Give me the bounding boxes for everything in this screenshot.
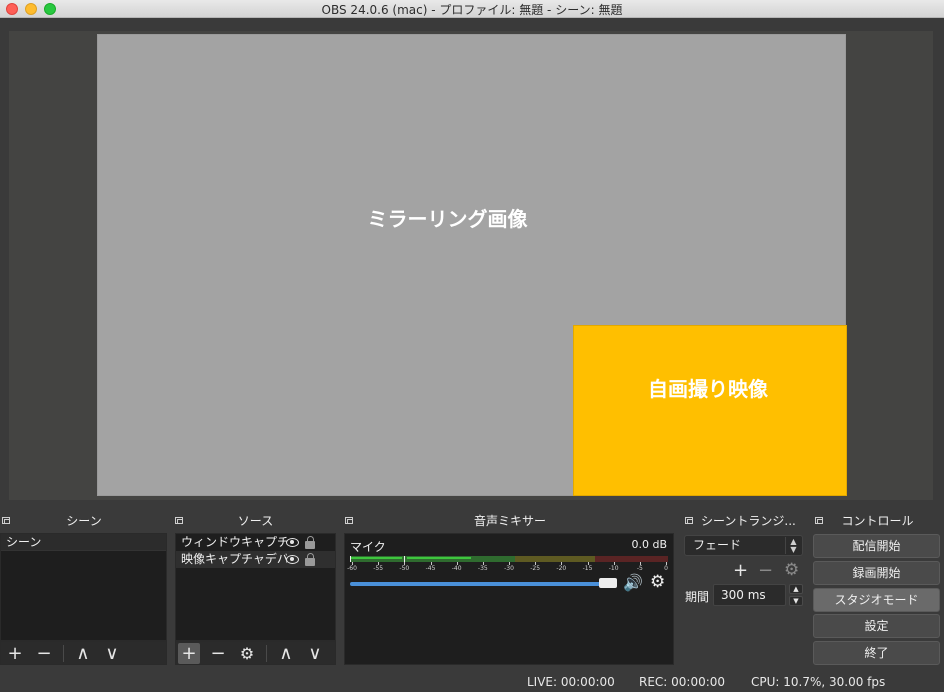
undock-icon[interactable] xyxy=(175,517,183,524)
camera-source[interactable]: 自画撮り映像 xyxy=(573,325,847,496)
window-title: OBS 24.0.6 (mac) - プロファイル: 無題 - シーン: 無題 xyxy=(321,3,623,17)
transition-select[interactable]: フェード ▲ ▼ xyxy=(684,535,803,556)
transitions-dock-title: シーントランジ... xyxy=(701,514,796,528)
mixer-dock-header: 音声ミキサー xyxy=(343,512,677,530)
list-item[interactable]: シーン xyxy=(1,534,166,551)
toolbar-divider xyxy=(63,645,64,662)
meter-tick-label: -35 xyxy=(477,565,488,572)
remove-transition-button[interactable]: − xyxy=(758,560,773,581)
meter-tick-label: -5 xyxy=(636,565,643,572)
live-timer: LIVE: 00:00:00 xyxy=(527,675,615,689)
list-item[interactable]: ウィンドウキャプチャ xyxy=(176,534,335,551)
meter-level-bar xyxy=(407,557,471,559)
duration-increase-button[interactable]: ▲ xyxy=(789,584,803,594)
transitions-dock-header: シーントランジ... xyxy=(681,512,807,530)
move-source-up-button[interactable]: ∧ xyxy=(275,643,297,664)
lock-icon[interactable] xyxy=(305,553,315,566)
rec-timer: REC: 00:00:00 xyxy=(639,675,726,689)
scenes-dock-header: シーン xyxy=(0,512,168,530)
settings-button[interactable]: 設定 xyxy=(813,614,940,638)
visibility-eye-icon[interactable] xyxy=(286,555,299,564)
camera-source-label: 自画撮り映像 xyxy=(648,377,768,401)
scenes-toolbar: + − ∧ ∨ xyxy=(0,641,167,665)
mirror-source-label: ミラーリング画像 xyxy=(367,207,528,231)
meter-tick-label: -60 xyxy=(347,565,357,572)
mixer-dock-title: 音声ミキサー xyxy=(473,514,546,528)
move-scene-up-button[interactable]: ∧ xyxy=(72,643,94,664)
lock-icon[interactable] xyxy=(305,536,315,549)
sources-list[interactable]: ウィンドウキャプチャ 映像キャプチャデバイス xyxy=(175,533,336,641)
mixer-channel-name: マイク xyxy=(350,540,386,554)
exit-button[interactable]: 終了 xyxy=(813,641,940,665)
add-scene-button[interactable]: + xyxy=(4,643,26,664)
controls-dock-header: コントロール xyxy=(811,512,944,530)
start-streaming-button[interactable]: 配信開始 xyxy=(813,534,940,558)
undock-icon[interactable] xyxy=(345,517,353,524)
remove-scene-button[interactable]: − xyxy=(33,643,55,664)
list-item[interactable]: 映像キャプチャデバイス xyxy=(176,551,335,568)
remove-source-button[interactable]: − xyxy=(207,643,229,664)
mixer-level-readout: 0.0 dB xyxy=(631,538,667,551)
audio-mixer-panel: マイク 0.0 dB -60 -55 -50 -45 -40 -35 -30 -25 -20 -1… xyxy=(344,533,674,665)
source-properties-gear-icon[interactable]: ⚙ xyxy=(236,643,258,664)
duration-label: 期間 xyxy=(685,590,710,604)
meter-level-bar xyxy=(351,557,402,559)
sources-dock-title: ソース xyxy=(237,514,274,528)
move-scene-down-button[interactable]: ∨ xyxy=(101,643,123,664)
meter-tick-label: -40 xyxy=(451,565,462,572)
toolbar-divider xyxy=(266,645,267,662)
meter-tick-label: -50 xyxy=(399,565,410,572)
chevron-updown-icon: ▲ ▼ xyxy=(785,537,801,554)
duration-decrease-button[interactable]: ▼ xyxy=(789,596,803,606)
mixer-settings-gear-icon[interactable]: ⚙ xyxy=(650,572,665,592)
cpu-fps-readout: CPU: 10.7%, 30.00 fps xyxy=(751,675,886,689)
start-recording-button[interactable]: 録画開始 xyxy=(813,561,940,585)
transition-selected-value: フェード xyxy=(693,538,742,552)
undock-icon[interactable] xyxy=(685,517,693,524)
source-name: 映像キャプチャデバイス xyxy=(181,552,287,566)
transition-properties-gear-icon[interactable]: ⚙ xyxy=(784,560,799,580)
add-transition-button[interactable]: + xyxy=(733,560,748,581)
volume-slider-handle[interactable] xyxy=(599,578,617,588)
meter-tick-label: -45 xyxy=(425,565,436,572)
volume-slider[interactable] xyxy=(350,582,612,586)
duration-input[interactable]: 300 ms xyxy=(713,584,786,606)
meter-tick-label: -10 xyxy=(608,565,619,572)
mute-speaker-icon[interactable]: 🔊 xyxy=(623,573,643,592)
add-source-button[interactable]: + xyxy=(178,643,200,664)
meter-tick-label: 0 xyxy=(664,565,668,572)
undock-icon[interactable] xyxy=(815,517,823,524)
meter-tick-label: -20 xyxy=(556,565,567,572)
source-name: ウィンドウキャプチャ xyxy=(181,535,287,549)
sources-toolbar: + − ⚙ ∧ ∨ xyxy=(175,641,336,665)
move-source-down-button[interactable]: ∨ xyxy=(304,643,326,664)
status-bar: LIVE: 00:00:00 REC: 00:00:00 CPU: 10.7%,… xyxy=(0,670,944,692)
scenes-list[interactable]: シーン xyxy=(0,533,167,641)
sources-dock-header: ソース xyxy=(173,512,338,530)
studio-mode-button[interactable]: スタジオモード xyxy=(813,588,940,612)
scenes-dock-title: シーン xyxy=(66,514,102,528)
meter-tick-label: -30 xyxy=(504,565,514,572)
title-bar: OBS 24.0.6 (mac) - プロファイル: 無題 - シーン: 無題 xyxy=(0,0,944,18)
meter-tick-scale: -60 -55 -50 -45 -40 -35 -30 -25 -20 -15 -10 -5 0 xyxy=(347,562,668,576)
controls-dock-title: コントロール xyxy=(841,514,914,528)
meter-tick-label: -25 xyxy=(530,565,541,572)
visibility-eye-icon[interactable] xyxy=(286,538,299,547)
undock-icon[interactable] xyxy=(2,517,10,524)
meter-tick-label: -55 xyxy=(373,565,384,572)
meter-tick-label: -15 xyxy=(582,565,593,572)
